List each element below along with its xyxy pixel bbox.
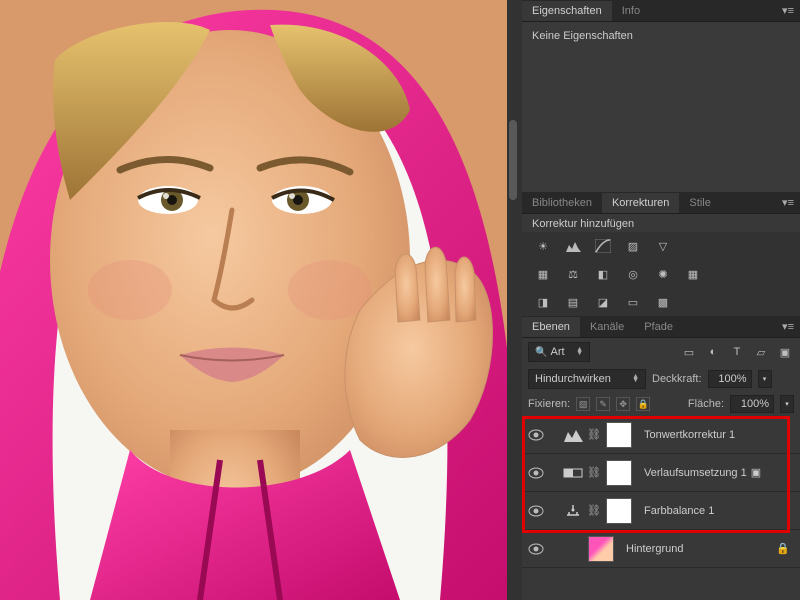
exposure-icon[interactable]: ▨ xyxy=(624,238,642,254)
tab-paths[interactable]: Pfade xyxy=(634,317,683,337)
properties-tabbar: Eigenschaften Info ▾≡ xyxy=(522,0,800,22)
opacity-label: Deckkraft: xyxy=(652,373,702,385)
visibility-toggle[interactable] xyxy=(522,467,550,479)
levels-adjustment-icon xyxy=(560,422,586,448)
mask-link-icon[interactable]: ⛓ xyxy=(587,466,601,479)
properties-empty-text: Keine Eigenschaften xyxy=(532,30,633,42)
lock-label: Fixieren: xyxy=(528,398,570,410)
channel-mixer-icon[interactable]: ✺ xyxy=(654,266,672,282)
lock-fill-row: Fixieren: ▨ ✎ ✥ 🔒 Fläche: 100% ▾ xyxy=(522,392,800,416)
layer-group-icon: ▣ xyxy=(751,466,761,479)
photo-filter-icon[interactable]: ◎ xyxy=(624,266,642,282)
selective-color-icon[interactable]: ▩ xyxy=(654,294,672,310)
adjustments-row-3: ◨ ▤ ◪ ▭ ▩ xyxy=(522,288,800,316)
gradient-map-adjustment-icon xyxy=(560,460,586,486)
mask-thumbnail[interactable] xyxy=(606,460,632,486)
canvas-scrollbar[interactable] xyxy=(507,0,522,600)
brightness-contrast-icon[interactable]: ☀ xyxy=(534,238,552,254)
levels-icon[interactable] xyxy=(564,238,582,254)
mask-thumbnail[interactable] xyxy=(606,422,632,448)
layer-row[interactable]: ⛓ Verlaufsumsetzung 1 ▣ xyxy=(522,454,800,492)
layer-filter-dropdown[interactable]: 🔍 Art ▲▼ xyxy=(528,342,590,362)
vibrance-icon[interactable]: ▽ xyxy=(654,238,672,254)
layer-name[interactable]: Tonwertkorrektur 1 xyxy=(644,429,735,441)
gradient-map-icon[interactable]: ▭ xyxy=(624,294,642,310)
adjustments-row-1: ☀ ▨ ▽ xyxy=(522,232,800,260)
properties-body: Keine Eigenschaften xyxy=(522,22,800,192)
tab-channels[interactable]: Kanäle xyxy=(580,317,634,337)
adjustments-row-2: ▦ ⚖ ◧ ◎ ✺ ▦ xyxy=(522,260,800,288)
layer-row[interactable]: ⛓ Farbbalance 1 xyxy=(522,492,800,530)
opacity-stepper[interactable]: ▾ xyxy=(758,370,772,388)
hue-saturation-icon[interactable]: ▦ xyxy=(534,266,552,282)
blend-opacity-row: Hindurchwirken▲▼ Deckkraft: 100% ▾ xyxy=(522,366,800,392)
layers-filter-row: 🔍 Art ▲▼ ▭ ◐ T ▱ ▣ xyxy=(522,338,800,366)
opacity-input[interactable]: 100% xyxy=(708,370,752,388)
invert-icon[interactable]: ◨ xyxy=(534,294,552,310)
tab-adjustments[interactable]: Korrekturen xyxy=(602,193,679,213)
layers-panel-menu[interactable]: ▾≡ xyxy=(776,320,800,333)
blend-mode-dropdown[interactable]: Hindurchwirken▲▼ xyxy=(528,369,646,389)
tab-libraries[interactable]: Bibliotheken xyxy=(522,193,602,213)
layer-name[interactable]: Verlaufsumsetzung 1 xyxy=(644,467,747,479)
layer-filter-value: Art xyxy=(551,346,565,358)
lock-position-icon[interactable]: ✥ xyxy=(616,397,630,411)
filter-adjust-icon[interactable]: ◐ xyxy=(704,344,722,360)
color-lookup-icon[interactable]: ▦ xyxy=(684,266,702,282)
blend-mode-value: Hindurchwirken xyxy=(535,373,611,385)
lock-icon: 🔒 xyxy=(776,542,790,555)
opacity-value: 100% xyxy=(718,373,746,385)
filter-shape-icon[interactable]: ▱ xyxy=(752,344,770,360)
mask-link-icon[interactable]: ⛓ xyxy=(587,504,601,517)
lock-pixels-icon[interactable]: ✎ xyxy=(596,397,610,411)
tab-info[interactable]: Info xyxy=(612,1,650,21)
scrollbar-thumb[interactable] xyxy=(509,120,517,200)
mask-link-icon[interactable]: ⛓ xyxy=(587,428,601,441)
layer-row[interactable]: Hintergrund 🔒 xyxy=(522,530,800,568)
lock-all-icon[interactable]: 🔒 xyxy=(636,397,650,411)
visibility-toggle[interactable] xyxy=(522,505,550,517)
lock-transparency-icon[interactable]: ▨ xyxy=(576,397,590,411)
threshold-icon[interactable]: ◪ xyxy=(594,294,612,310)
posterize-icon[interactable]: ▤ xyxy=(564,294,582,310)
color-balance-icon[interactable]: ⚖ xyxy=(564,266,582,282)
tab-properties[interactable]: Eigenschaften xyxy=(522,1,612,21)
visibility-toggle[interactable] xyxy=(522,429,550,441)
layer-name[interactable]: Hintergrund xyxy=(626,543,683,555)
document-canvas[interactable] xyxy=(0,0,507,600)
tab-styles[interactable]: Stile xyxy=(679,193,720,213)
black-white-icon[interactable]: ◧ xyxy=(594,266,612,282)
tab-layers[interactable]: Ebenen xyxy=(522,317,580,337)
visibility-toggle[interactable] xyxy=(522,543,550,555)
fill-stepper[interactable]: ▾ xyxy=(780,395,794,413)
filter-smart-icon[interactable]: ▣ xyxy=(776,344,794,360)
properties-panel-menu[interactable]: ▾≡ xyxy=(776,4,800,17)
layer-list: ⛓ Tonwertkorrektur 1 ⛓ Verlaufsumsetzung… xyxy=(522,416,800,600)
filter-type-icon[interactable]: T xyxy=(728,344,746,360)
adjustments-panel-menu[interactable]: ▾≡ xyxy=(776,196,800,209)
fill-input[interactable]: 100% xyxy=(730,395,774,413)
curves-icon[interactable] xyxy=(594,238,612,254)
layers-tabbar: Ebenen Kanäle Pfade ▾≡ xyxy=(522,316,800,338)
color-balance-adjustment-icon xyxy=(560,498,586,524)
layer-thumbnail[interactable] xyxy=(588,536,614,562)
filter-pixel-icon[interactable]: ▭ xyxy=(680,344,698,360)
fill-value: 100% xyxy=(741,398,769,410)
adjustments-tabbar: Bibliotheken Korrekturen Stile ▾≡ xyxy=(522,192,800,214)
mask-thumbnail[interactable] xyxy=(606,498,632,524)
layer-row[interactable]: ⛓ Tonwertkorrektur 1 xyxy=(522,416,800,454)
layer-name[interactable]: Farbbalance 1 xyxy=(644,505,714,517)
fill-label: Fläche: xyxy=(688,398,724,410)
add-adjustment-label: Korrektur hinzufügen xyxy=(522,214,800,232)
